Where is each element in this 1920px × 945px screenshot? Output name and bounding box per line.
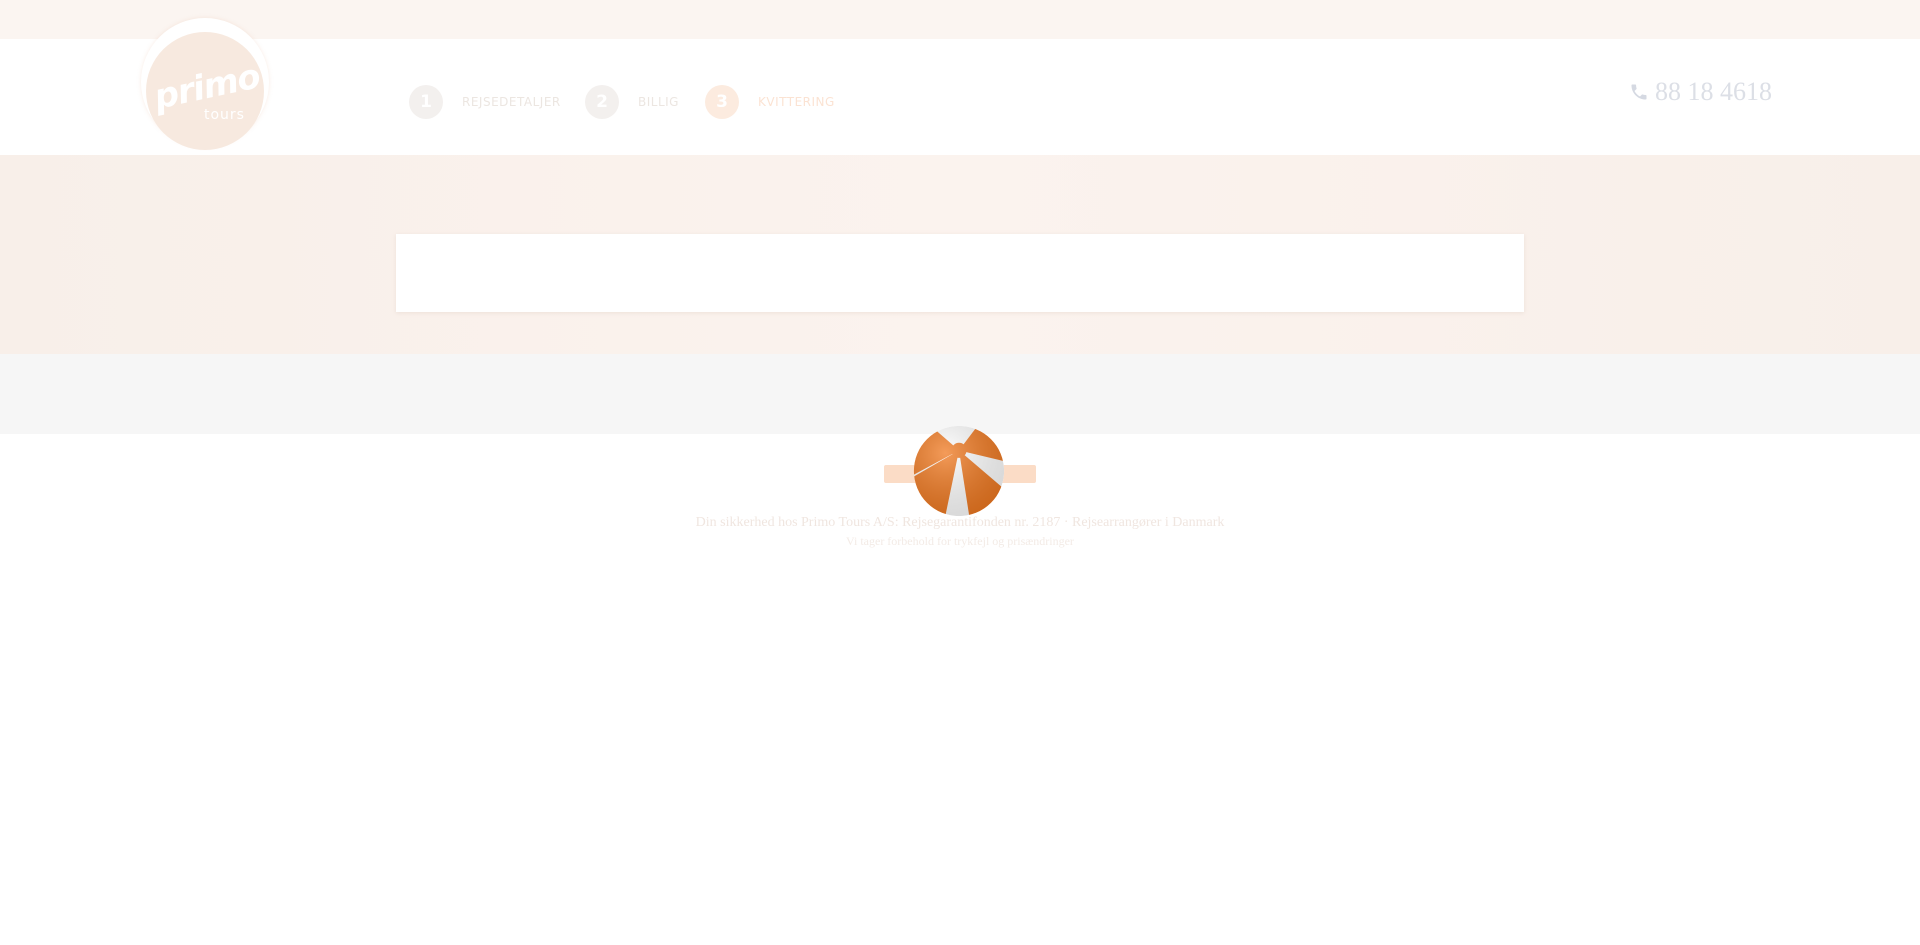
top-bar: [0, 0, 1920, 39]
step-number: 1: [409, 85, 443, 119]
phone-number: 88 18 4618: [1655, 77, 1772, 106]
phone-contact[interactable]: 88 18 4618: [1629, 77, 1772, 107]
primo-tours-logo[interactable]: primo tours: [141, 18, 269, 150]
step-label: REJSEDETALJER: [462, 95, 561, 109]
step-3: 3 KVITTERING: [705, 84, 835, 120]
content-card: [396, 234, 1524, 312]
step-number: 3: [705, 85, 739, 119]
logo-circle: primo tours: [146, 32, 264, 150]
step-1: 1 REJSEDETALJER: [409, 84, 561, 120]
step-number: 2: [585, 85, 619, 119]
phone-icon: [1631, 84, 1647, 100]
step-label: BILLIG: [638, 95, 679, 109]
footer-band: [0, 354, 1920, 434]
footer-disclaimer-text: Vi tager forbehold for trykfejl og prisæ…: [846, 534, 1074, 548]
step-2: 2 BILLIG: [585, 84, 679, 120]
step-label: KVITTERING: [758, 95, 835, 109]
logo-secondary-text: tours: [204, 107, 245, 123]
beach-ball-icon: [913, 425, 1005, 517]
